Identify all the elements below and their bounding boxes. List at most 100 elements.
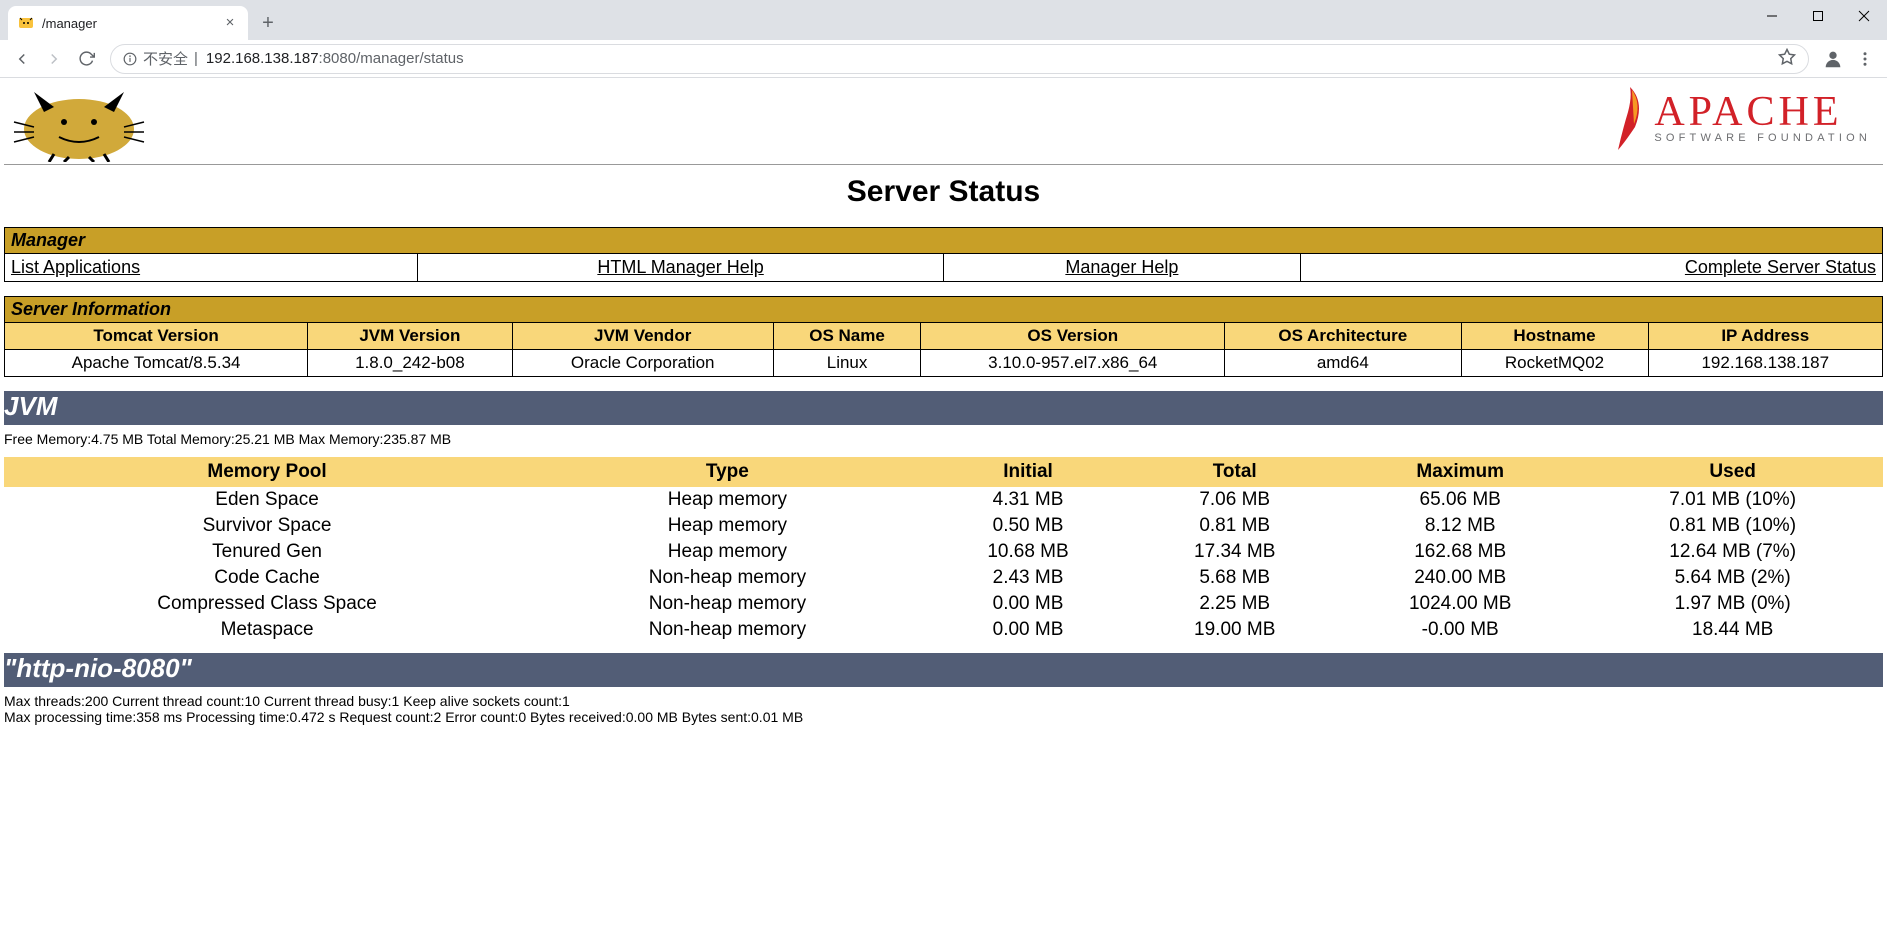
manager-section: Manager List Applications HTML Manager H… [4, 227, 1883, 282]
table-cell: Heap memory [530, 539, 925, 565]
close-icon[interactable]: × [222, 15, 238, 31]
maximize-button[interactable] [1795, 0, 1841, 32]
table-cell: 0.00 MB [925, 617, 1132, 643]
table-cell: 2.25 MB [1131, 591, 1338, 617]
titlebar: /manager × + [0, 0, 1887, 40]
table-row: Survivor SpaceHeap memory0.50 MB0.81 MB8… [4, 513, 1883, 539]
table-cell: Tenured Gen [4, 539, 530, 565]
tomcat-logo-icon [4, 82, 154, 162]
th-ip: IP Address [1648, 323, 1882, 350]
jvm-section-title: JVM [4, 391, 1883, 425]
html-manager-help-link[interactable]: HTML Manager Help [597, 257, 763, 277]
site-info-button[interactable]: 不安全 | [123, 48, 198, 69]
table-cell: 18.44 MB [1582, 617, 1883, 643]
server-info-section-header: Server Information [5, 297, 1883, 323]
apache-logo: APACHE SOFTWARE FOUNDATION [1610, 82, 1883, 152]
tomcat-favicon-icon [18, 15, 34, 31]
connector-processing-line: Max processing time:358 ms Processing ti… [4, 709, 1883, 725]
table-row: Eden SpaceHeap memory4.31 MB7.06 MB65.06… [4, 487, 1883, 513]
th-jvm-vendor: JVM Vendor [512, 323, 773, 350]
table-cell: Non-heap memory [530, 617, 925, 643]
url-text: 192.168.138.187:8080/manager/status [206, 50, 464, 67]
kebab-menu-icon[interactable] [1851, 45, 1879, 73]
th-max: Maximum [1338, 457, 1582, 487]
bookmark-star-icon[interactable] [1778, 48, 1796, 70]
th-jvm-version: JVM Version [308, 323, 512, 350]
minimize-button[interactable] [1749, 0, 1795, 32]
th-total: Total [1131, 457, 1338, 487]
back-button[interactable] [8, 45, 36, 73]
server-info-section: Server Information Tomcat Version JVM Ve… [4, 296, 1883, 377]
memory-pool-table: Memory Pool Type Initial Total Maximum U… [4, 457, 1883, 643]
connector-threads-line: Max threads:200 Current thread count:10 … [4, 693, 1883, 709]
th-os-version: OS Version [921, 323, 1225, 350]
td-hostname: RocketMQ02 [1461, 350, 1648, 377]
info-icon [123, 52, 137, 66]
table-cell: 17.34 MB [1131, 539, 1338, 565]
table-cell: 0.50 MB [925, 513, 1132, 539]
th-type: Type [530, 457, 925, 487]
th-memory-pool: Memory Pool [4, 457, 530, 487]
table-cell: 65.06 MB [1338, 487, 1582, 513]
th-os-name: OS Name [773, 323, 921, 350]
td-os-name: Linux [773, 350, 921, 377]
table-cell: 0.81 MB [1131, 513, 1338, 539]
table-cell: 0.00 MB [925, 591, 1132, 617]
th-tomcat-version: Tomcat Version [5, 323, 308, 350]
th-initial: Initial [925, 457, 1132, 487]
toolbar: 不安全 | 192.168.138.187:8080/manager/statu… [0, 40, 1887, 78]
address-bar[interactable]: 不安全 | 192.168.138.187:8080/manager/statu… [110, 44, 1809, 74]
table-row: Tenured GenHeap memory10.68 MB17.34 MB16… [4, 539, 1883, 565]
table-cell: 5.68 MB [1131, 565, 1338, 591]
tab-title: /manager [42, 16, 214, 31]
table-cell: Heap memory [530, 487, 925, 513]
page-header: APACHE SOFTWARE FOUNDATION [4, 82, 1883, 165]
table-cell: 240.00 MB [1338, 565, 1582, 591]
table-cell: Code Cache [4, 565, 530, 591]
reload-button[interactable] [72, 45, 100, 73]
table-cell: 1.97 MB (0%) [1582, 591, 1883, 617]
tab-strip: /manager × + [0, 0, 282, 40]
browser-window: /manager × + 不安全 | 192.168 [0, 0, 1887, 755]
feather-icon [1610, 82, 1650, 152]
connector-section-title: "http-nio-8080" [4, 653, 1883, 687]
page-title: Server Status [4, 175, 1883, 209]
td-tomcat-version: Apache Tomcat/8.5.34 [5, 350, 308, 377]
table-row: Code CacheNon-heap memory2.43 MB5.68 MB2… [4, 565, 1883, 591]
jvm-summary-line: Free Memory:4.75 MB Total Memory:25.21 M… [4, 431, 1883, 447]
complete-server-status-link[interactable]: Complete Server Status [1685, 257, 1876, 277]
profile-button[interactable] [1819, 45, 1847, 73]
td-os-arch: amd64 [1225, 350, 1461, 377]
manager-help-link[interactable]: Manager Help [1065, 257, 1178, 277]
table-cell: 0.81 MB (10%) [1582, 513, 1883, 539]
td-jvm-version: 1.8.0_242-b08 [308, 350, 512, 377]
table-cell: 7.01 MB (10%) [1582, 487, 1883, 513]
td-jvm-vendor: Oracle Corporation [512, 350, 773, 377]
table-cell: Non-heap memory [530, 565, 925, 591]
table-cell: Compressed Class Space [4, 591, 530, 617]
table-cell: 162.68 MB [1338, 539, 1582, 565]
td-ip: 192.168.138.187 [1648, 350, 1882, 377]
table-cell: 10.68 MB [925, 539, 1132, 565]
th-os-arch: OS Architecture [1225, 323, 1461, 350]
apache-title: APACHE [1654, 91, 1871, 133]
td-os-version: 3.10.0-957.el7.x86_64 [921, 350, 1225, 377]
window-controls [1749, 0, 1887, 40]
table-cell: 5.64 MB (2%) [1582, 565, 1883, 591]
th-hostname: Hostname [1461, 323, 1648, 350]
insecure-label: 不安全 [143, 48, 188, 69]
close-window-button[interactable] [1841, 0, 1887, 32]
table-cell: -0.00 MB [1338, 617, 1582, 643]
forward-button[interactable] [40, 45, 68, 73]
table-cell: 1024.00 MB [1338, 591, 1582, 617]
table-cell: 2.43 MB [925, 565, 1132, 591]
table-cell: Heap memory [530, 513, 925, 539]
manager-section-header: Manager [5, 228, 1883, 254]
table-row: Compressed Class SpaceNon-heap memory0.0… [4, 591, 1883, 617]
apache-subtitle: SOFTWARE FOUNDATION [1654, 133, 1871, 144]
new-tab-button[interactable]: + [254, 9, 282, 37]
browser-tab[interactable]: /manager × [8, 6, 248, 40]
th-used: Used [1582, 457, 1883, 487]
list-applications-link[interactable]: List Applications [11, 257, 140, 277]
page-content: APACHE SOFTWARE FOUNDATION Server Status… [0, 78, 1887, 755]
